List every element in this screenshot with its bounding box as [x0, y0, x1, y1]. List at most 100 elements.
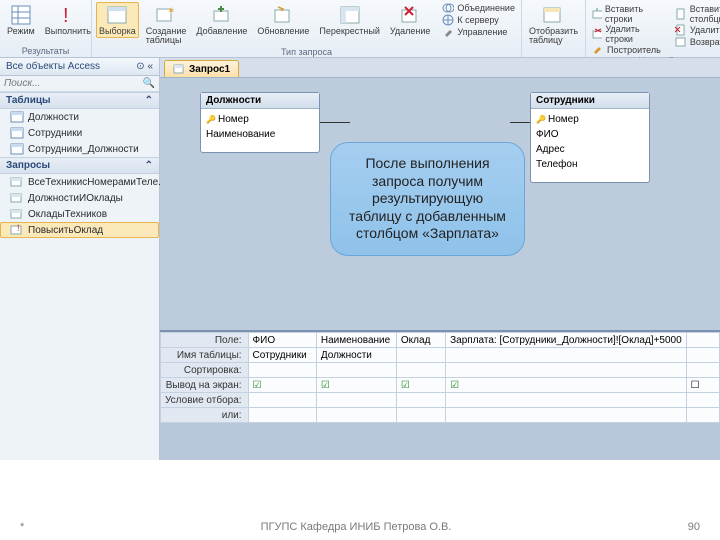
query-tab[interactable]: Запрос1: [164, 60, 239, 77]
search-icon: 🔍: [143, 78, 155, 89]
select-label: Выборка: [99, 27, 136, 36]
grid-cell[interactable]: [316, 408, 396, 423]
collapse-icon: ⌃: [145, 95, 153, 106]
grid-row-header: Имя таблицы:: [161, 348, 249, 363]
grid-cell[interactable]: ☑: [316, 378, 396, 393]
grid-cell[interactable]: [248, 408, 316, 423]
field-item[interactable]: Адрес: [536, 142, 644, 157]
union-button[interactable]: Объединение: [440, 2, 517, 14]
insert-cols-button[interactable]: Вставить столбцы: [673, 4, 720, 24]
crosstab-icon: [339, 4, 361, 26]
builder-button[interactable]: Построитель: [590, 44, 663, 56]
append-button[interactable]: Добавление: [193, 2, 250, 38]
nav-query-item[interactable]: !ПовыситьОклад: [0, 222, 159, 238]
grid-row-header: Сортировка:: [161, 363, 249, 378]
nav-table-item[interactable]: Должности: [0, 109, 159, 125]
showtable-button[interactable]: Отобразить таблицу: [526, 2, 581, 47]
svg-text:!: !: [63, 5, 69, 26]
append-icon: [211, 4, 233, 26]
grid-row-header: Поле:: [161, 333, 249, 348]
grid-cell[interactable]: ☑: [248, 378, 316, 393]
maketable-button[interactable]: ✶ Создание таблицы: [143, 2, 190, 47]
grid-cell[interactable]: [686, 393, 719, 408]
nav-query-item[interactable]: ВсеТехникисНомерамиТеле...: [0, 174, 159, 190]
grid-cell[interactable]: ФИО: [248, 333, 316, 348]
nav-section-queries[interactable]: Запросы⌃: [0, 157, 159, 174]
nav-table-item[interactable]: Сотрудники: [0, 125, 159, 141]
grid-cell[interactable]: [316, 393, 396, 408]
grid-cell[interactable]: [396, 363, 445, 378]
grid-cell[interactable]: Должности: [316, 348, 396, 363]
nav-query-item[interactable]: ДолжностиИОклады: [0, 190, 159, 206]
field-item[interactable]: Номер: [206, 112, 314, 127]
grid-cell[interactable]: Сотрудники: [248, 348, 316, 363]
grid-cell[interactable]: [396, 348, 445, 363]
grid-cell[interactable]: [316, 363, 396, 378]
insert-col-icon: [675, 8, 687, 20]
grid-cell[interactable]: [686, 408, 719, 423]
relationship-canvas[interactable]: Должности НомерНаименование Сотрудники Н…: [160, 78, 720, 330]
field-item[interactable]: ФИО: [536, 127, 644, 142]
field-item[interactable]: Телефон: [536, 157, 644, 172]
crosstab-button[interactable]: Перекрестный: [316, 2, 383, 38]
field-item[interactable]: Наименование: [206, 127, 314, 142]
table-box-1[interactable]: Должности НомерНаименование: [200, 92, 320, 153]
union-icon: [442, 2, 454, 14]
exclaim-icon: !: [57, 4, 79, 26]
run-button[interactable]: ! Выполнить: [42, 2, 94, 38]
grid-cell[interactable]: [686, 363, 719, 378]
svg-text:!: !: [17, 224, 20, 233]
insert-rows-button[interactable]: Вставить строки: [590, 4, 663, 24]
datadef-button[interactable]: Управление: [440, 26, 517, 38]
group-results-label: Результаты: [4, 46, 87, 57]
grid-cell[interactable]: [686, 333, 719, 348]
delete-query-button[interactable]: Удаление: [387, 2, 434, 38]
passthru-button[interactable]: К серверу: [440, 14, 517, 26]
grid-cell[interactable]: Оклад: [396, 333, 445, 348]
showtable-icon: [542, 4, 564, 26]
nav-query-item[interactable]: ОкладыТехников: [0, 206, 159, 222]
grid-cell[interactable]: [446, 348, 687, 363]
grid-cell[interactable]: [396, 408, 445, 423]
select-query-button[interactable]: Выборка: [96, 2, 139, 38]
nav-section-tables[interactable]: Таблицы⌃: [0, 92, 159, 109]
tab-label: Запрос1: [189, 64, 230, 75]
grid-cell[interactable]: Зарплата: [Сотрудники_Должности]![Оклад]…: [446, 333, 687, 348]
nav-search[interactable]: 🔍: [0, 76, 159, 92]
grid-cell[interactable]: [446, 408, 687, 423]
group-qtype-label: Тип запроса: [96, 47, 517, 58]
return-icon: [675, 36, 687, 48]
return-dropdown[interactable]: Возврат: Все▾: [673, 36, 720, 48]
delete-rows-button[interactable]: Удалить строки: [590, 24, 663, 44]
delete-label: Удаление: [390, 27, 431, 36]
grid-cell[interactable]: ☑: [446, 378, 687, 393]
delete-cols-button[interactable]: Удалить столбцы: [673, 24, 720, 36]
relation-line: [510, 122, 530, 123]
update-button[interactable]: Обновление: [254, 2, 312, 38]
grid-cell[interactable]: ☑: [396, 378, 445, 393]
nav-table-item[interactable]: Сотрудники_Должности: [0, 141, 159, 157]
grid-cell[interactable]: Наименование: [316, 333, 396, 348]
nav-title[interactable]: Все объекты Access ⊙ «: [0, 58, 159, 76]
grid-cell[interactable]: [446, 363, 687, 378]
grid-cell[interactable]: [396, 393, 445, 408]
grid-cell[interactable]: ☐: [686, 378, 719, 393]
grid-cell[interactable]: [686, 348, 719, 363]
grid-row-header: или:: [161, 408, 249, 423]
ribbon: Режим ! Выполнить Результаты Выборка ✶ С…: [0, 0, 720, 58]
append-label: Добавление: [196, 27, 247, 36]
delete-col-icon: [675, 24, 687, 36]
search-input[interactable]: [4, 78, 143, 89]
table-box-2[interactable]: Сотрудники НомерФИОАдресТелефон: [530, 92, 650, 183]
view-button[interactable]: Режим: [4, 2, 38, 38]
relation-line: [320, 122, 350, 123]
grid-cell[interactable]: [248, 363, 316, 378]
grid-cell[interactable]: [248, 393, 316, 408]
explanation-callout: После выполнения запроса получим результ…: [330, 142, 525, 256]
field-item[interactable]: Номер: [536, 112, 644, 127]
delete-icon: [399, 4, 421, 26]
grid-row-header: Условие отбора:: [161, 393, 249, 408]
grid-cell[interactable]: [446, 393, 687, 408]
main-area: Все объекты Access ⊙ « 🔍 Таблицы⌃ Должно…: [0, 58, 720, 460]
query-design-grid[interactable]: Поле:ФИОНаименованиеОкладЗарплата: [Сотр…: [160, 330, 720, 423]
